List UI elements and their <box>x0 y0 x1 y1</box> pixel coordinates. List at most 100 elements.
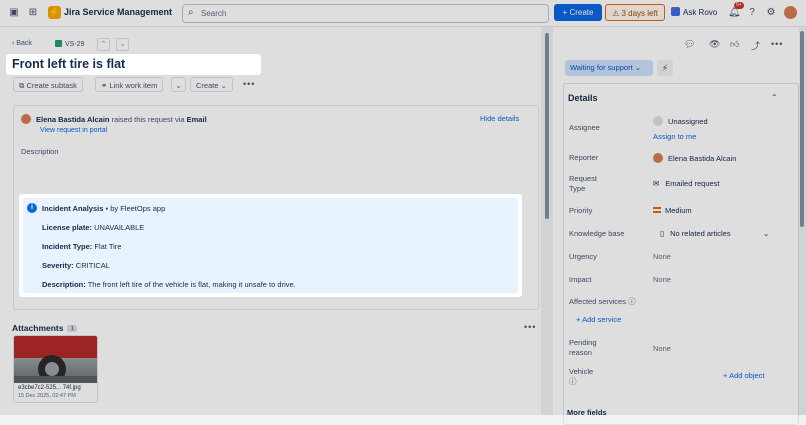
urgency-value[interactable]: None <box>653 252 671 261</box>
tire-photo-image <box>14 336 97 383</box>
main-scrollbar[interactable] <box>543 27 551 415</box>
reporter-value-label: Elena Bastida Alcain <box>668 154 737 163</box>
sidebar-toggle-icon[interactable]: ▣ <box>8 7 20 19</box>
settings-gear-icon[interactable]: ⚙ <box>765 7 777 19</box>
add-object-label: Add object <box>729 371 765 380</box>
chevron-down-icon: ⌄ <box>175 81 182 90</box>
rovo-icon <box>671 7 680 16</box>
search-placeholder: Search <box>201 9 227 18</box>
add-service-label: Add service <box>582 315 622 324</box>
license-plate-row: License plate: UNAVAILABLE <box>42 223 144 232</box>
issue-key[interactable]: VS-29 <box>55 40 84 48</box>
create-dropdown-button[interactable]: Create ⌄ <box>190 77 233 92</box>
pending-reason-label-line-1: Pending <box>569 338 597 347</box>
back-link[interactable]: ‹ Back <box>12 40 32 47</box>
ask-rovo-button[interactable]: Ask Rovo <box>671 7 717 17</box>
knowledge-base-value-label: No related articles <box>670 229 731 238</box>
priority-label: Priority <box>569 206 593 215</box>
incident-type-value: Flat Tire <box>94 242 122 251</box>
knowledge-base-value[interactable]: ▯ No related articles <box>660 229 731 238</box>
watch-eye-icon[interactable]: 👁︎ <box>709 39 720 50</box>
request-type-label-line-1: Request <box>569 174 597 183</box>
trial-days-label: 3 days left <box>621 9 658 18</box>
urgency-label: Urgency <box>569 252 597 261</box>
add-service-button[interactable]: + Add service <box>576 315 621 324</box>
issue-title-box[interactable]: Front left tire is flat <box>6 54 261 75</box>
sidebar-scrollbar-thumb[interactable] <box>800 31 804 227</box>
chevron-down-icon: ⌄ <box>220 81 227 90</box>
severity-row: Severity: CRITICAL <box>42 261 110 270</box>
user-avatar[interactable] <box>784 6 797 19</box>
knowledge-base-chevron-icon[interactable]: ⌄ <box>763 229 769 238</box>
affected-services-label: Affected services ⓘ <box>569 297 636 307</box>
thumbs-up-icon[interactable]: 👍︎ <box>730 39 739 50</box>
reporter-value[interactable]: Elena Bastida Alcain <box>653 153 736 163</box>
jira-logo-icon[interactable]: ⚡ <box>48 6 61 19</box>
request-type-value-label: Emailed request <box>665 179 720 188</box>
share-icon[interactable]: ⤴ <box>751 39 760 52</box>
license-plate-label: License plate: <box>42 223 93 232</box>
pending-reason-label-line-2: reason <box>569 348 592 357</box>
view-in-portal-link[interactable]: View request in portal <box>40 127 107 134</box>
sidebar-scrollbar[interactable] <box>799 27 806 415</box>
attachments-more-icon[interactable]: ••• <box>524 322 536 332</box>
impact-value[interactable]: None <box>653 275 671 284</box>
add-object-button[interactable]: + Add object <box>723 371 765 380</box>
description-label: Description <box>21 147 59 156</box>
priority-value[interactable]: Medium <box>653 206 692 215</box>
link-work-item-button[interactable]: ⚭ Link work item <box>95 77 164 92</box>
reporter-name[interactable]: Elena Bastida Alcain <box>36 115 110 124</box>
search-icon: ⌕ <box>188 7 194 18</box>
attachment-thumbnail[interactable]: e3cbe7c2-525... 74f.jpg 15 Dec 2025, 02:… <box>13 335 98 403</box>
more-actions-icon[interactable]: ••• <box>243 79 255 89</box>
status-dropdown[interactable]: Waiting for support ⌄ <box>565 60 653 76</box>
request-type-label: Request Type <box>569 174 597 194</box>
issue-sidebar: 💬︎ 👁︎ 👍︎ ⤴ ••• Waiting for support ⌄ ⚡︎ … <box>553 27 806 425</box>
incident-title: Incident Analysis <box>42 204 104 213</box>
main-scrollbar-thumb[interactable] <box>545 33 549 219</box>
attachment-file-name: e3cbe7c2-525... 74f.jpg <box>18 385 81 391</box>
assign-to-me-link[interactable]: Assign to me <box>653 132 696 141</box>
info-icon: ⓘ <box>628 297 636 306</box>
more-fields-heading[interactable]: More fields <box>567 408 607 418</box>
assignee-value-label: Unassigned <box>668 117 708 126</box>
more-options-icon[interactable]: ••• <box>771 39 783 49</box>
info-icon: i <box>27 203 37 213</box>
incident-analysis-panel: i Incident Analysis • by FleetOps app Li… <box>23 198 518 293</box>
app-name[interactable]: Jira Service Management <box>64 7 172 17</box>
automation-bolt-icon[interactable]: ⚡︎ <box>657 60 673 76</box>
link-icon: ⚭ <box>101 81 108 90</box>
attachments-heading: Attachments 1 <box>12 323 78 333</box>
chevron-up-icon[interactable]: ⌃ <box>771 93 778 102</box>
top-navigation-bar: ▣ ⊞ ⚡ Jira Service Management ⌕ Search +… <box>0 0 806 27</box>
app-switcher-icon[interactable]: ⊞ <box>27 7 39 19</box>
knowledge-base-label: Knowledge base <box>569 229 625 238</box>
assignee-value[interactable]: Unassigned <box>653 116 708 126</box>
next-issue-button[interactable]: ⌄ <box>116 38 129 51</box>
incident-description-label: Description: <box>42 280 86 289</box>
reporter-label: Reporter <box>569 153 599 162</box>
incident-description-row: Description: The front left tire of the … <box>42 280 296 289</box>
trial-days-button[interactable]: ⚠ 3 days left <box>605 4 665 21</box>
pending-reason-value[interactable]: None <box>653 344 671 353</box>
article-icon: ▯ <box>660 229 665 238</box>
notifications-badge: 9+ <box>734 2 744 9</box>
create-button[interactable]: + Create <box>554 4 602 21</box>
search-input[interactable]: ⌕ Search <box>182 4 549 23</box>
unassigned-avatar-icon <box>653 116 663 126</box>
issue-title[interactable]: Front left tire is flat <box>12 57 125 71</box>
help-icon[interactable]: ? <box>746 7 758 19</box>
create-subtask-button[interactable]: ⧉ Create subtask <box>13 77 83 92</box>
hide-details-link[interactable]: Hide details <box>480 114 519 123</box>
link-work-item-dropdown[interactable]: ⌄ <box>171 77 186 92</box>
feedback-icon[interactable]: 💬︎ <box>684 39 695 50</box>
link-work-item-label: Link work item <box>109 81 158 90</box>
subtask-icon: ⧉ <box>19 81 25 90</box>
issue-key-label: VS-29 <box>65 41 85 48</box>
pending-reason-label: Pending reason <box>569 338 597 358</box>
vehicle-label-text: Vehicle <box>569 367 594 376</box>
incident-type-row: Incident Type: Flat Tire <box>42 242 121 251</box>
previous-issue-button[interactable]: ⌃ <box>97 38 110 51</box>
request-type-value[interactable]: ✉ Emailed request <box>653 179 720 188</box>
attachments-title: Attachments <box>12 323 64 333</box>
